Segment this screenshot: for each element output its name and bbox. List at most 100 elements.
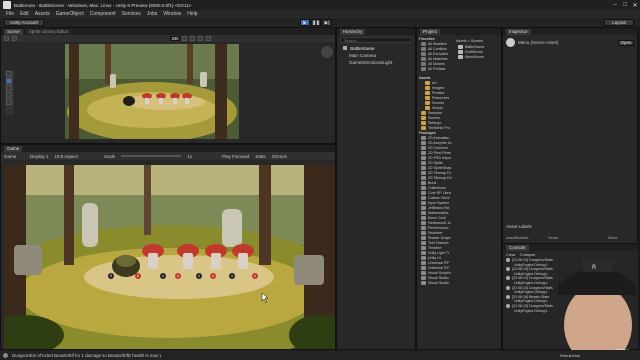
scale-tool-icon[interactable] — [6, 92, 12, 98]
package-folder-label: Test Framew — [428, 241, 449, 245]
view-tool-icon[interactable] — [6, 71, 12, 77]
folder-icon — [421, 166, 426, 171]
window-title: BattleAuto - BattleScene - Windows, Mac,… — [14, 2, 192, 8]
package-folder-label: Unity Light Tr — [428, 251, 450, 255]
menu-file[interactable]: File — [6, 11, 14, 17]
scene-art — [65, 44, 239, 139]
pause-button[interactable]: ❚❚ — [311, 19, 321, 26]
package-folder-label: Performance — [428, 226, 449, 230]
console-collapse-button[interactable]: Collapse — [520, 252, 536, 257]
project-tree: Favorites All Modified All Conflicts All E… — [417, 37, 453, 347]
tab-hierarchy[interactable]: Hierarchy — [340, 28, 366, 35]
move-tool-icon[interactable] — [12, 36, 17, 41]
gizmos-button[interactable]: Gizmos — [272, 154, 287, 159]
menu-assets[interactable]: Assets — [35, 11, 50, 17]
package-folder-label: Shader Graph — [428, 236, 451, 240]
package-folder-label: Visual Scriptin — [428, 271, 451, 275]
game-viewport[interactable]: 2 2 1 1 1 1 1 1 — [4, 165, 335, 349]
package-folder-label: Mono Cecil — [428, 216, 446, 220]
rotate-tool-icon[interactable] — [6, 85, 12, 91]
console-tab-bar: Console — [503, 244, 638, 251]
package-folder-label: 2D Tilemap Ed — [428, 176, 452, 180]
audio-icon[interactable] — [190, 36, 195, 41]
scene-gizmo-axes[interactable] — [321, 46, 333, 58]
game-toolbar: Game Display 1 16:9 Aspect Scale 1x Play… — [1, 152, 335, 160]
folder-icon — [421, 261, 426, 266]
layout-dropdown[interactable]: Layout — [604, 19, 634, 26]
step-button[interactable]: ▶| — [322, 19, 332, 26]
folder-icon — [421, 171, 426, 176]
scene-file[interactable]: MenuScene — [454, 55, 502, 60]
effects-icon[interactable] — [198, 36, 203, 41]
package-folder-label: Timeline — [428, 246, 442, 250]
favorite-item[interactable]: All Prefabs — [417, 67, 453, 72]
close-button[interactable]: ✕ — [630, 0, 640, 10]
maximize-button[interactable]: □ — [620, 0, 630, 10]
tab-console[interactable]: Console — [506, 244, 529, 251]
menu-gameobject[interactable]: GameObject — [56, 11, 84, 17]
console-clear-button[interactable]: Clear — [506, 252, 516, 257]
search-icon — [421, 67, 426, 72]
folder-icon — [421, 151, 426, 156]
folder-icon — [421, 201, 426, 206]
2d-label: 2D — [172, 36, 178, 41]
rect-tool-icon[interactable] — [6, 99, 12, 105]
move-tool-button-icon[interactable] — [6, 78, 12, 84]
gizmos-icon[interactable] — [206, 36, 211, 41]
package-folder-label: 2D Animation — [428, 136, 450, 140]
project-breadcrumb[interactable]: Assets > Scenes — [454, 37, 502, 45]
tab-inspector[interactable]: Inspector — [506, 28, 531, 35]
package-folder-label: Unity UI — [428, 256, 441, 260]
menu-window[interactable]: Window — [163, 11, 181, 17]
folder-icon — [421, 221, 426, 226]
tab-project[interactable]: Project — [420, 28, 441, 35]
lighting-icon[interactable] — [182, 36, 187, 41]
scene-tab-bar: Scene Sprite Library Editor — [1, 28, 335, 35]
console-message-text: UnityEngine.Debug:L — [514, 290, 548, 295]
stats-button[interactable]: Stats — [255, 154, 265, 159]
tab-sprite-library-editor[interactable]: Sprite Library Editor — [25, 28, 72, 35]
folder-icon — [421, 136, 426, 141]
play-button[interactable]: ▶ — [300, 19, 310, 26]
package-folder[interactable]: Visual Studio — [417, 281, 453, 286]
scale-slider[interactable] — [121, 155, 182, 157]
aspect-dropdown[interactable]: 16:9 Aspect — [55, 154, 79, 159]
folder-icon — [421, 256, 426, 261]
menu-component[interactable]: Component — [90, 11, 116, 17]
menu-services[interactable]: Services — [122, 11, 141, 17]
2d-toggle-button[interactable]: 2D — [170, 36, 180, 41]
turn-badge: 1 — [160, 273, 166, 279]
status-message[interactable]: DungeonEnt ef'ected Beasts/Elf for 1 dam… — [12, 353, 556, 358]
folder-icon — [421, 146, 426, 151]
asset-labels-header[interactable]: Asset Labels — [506, 224, 532, 229]
tab-scene[interactable]: Scene — [4, 28, 23, 35]
package-folder-label: 2D Pixel Perfe — [428, 151, 451, 155]
minimize-button[interactable]: – — [610, 0, 620, 10]
turn-badge: 2 — [108, 273, 114, 279]
hierarchy-item[interactable]: Main Camera — [337, 52, 415, 59]
scale-value: 1x — [187, 153, 193, 159]
console-message-text: [22:08:10] Dungeon/Stats — [512, 303, 553, 308]
asset-bundle-dropdown[interactable]: None — [548, 235, 558, 240]
unity-scene-icon — [458, 45, 463, 50]
display-dropdown[interactable]: Display 1 — [30, 154, 49, 159]
folder-icon — [421, 141, 426, 146]
asset-bundle-variant-dropdown[interactable]: None — [608, 235, 618, 240]
play-focused-dropdown[interactable]: Play Focused — [222, 154, 249, 159]
hierarchy-item[interactable]: BattleScene — [337, 45, 415, 52]
menu-edit[interactable]: Edit — [20, 11, 29, 17]
assets-list: Art Images Prefabs Resources Scenes Scripts Sa… — [417, 81, 453, 131]
menu-jobs[interactable]: Jobs — [147, 11, 158, 17]
folder-icon — [421, 281, 426, 286]
open-button[interactable]: Open — [618, 39, 634, 46]
packages-list: 2D Animation 2D Aseprite Im 2D Common 2D Pi… — [417, 136, 453, 286]
account-button[interactable]: Unity Account — [4, 19, 44, 26]
menu-help[interactable]: Help — [187, 11, 197, 17]
hand-tool-icon[interactable] — [4, 36, 9, 41]
hierarchy-search[interactable]: Search — [340, 37, 412, 43]
game-mode-dropdown[interactable]: Game — [4, 154, 24, 159]
tab-game[interactable]: Game — [4, 145, 23, 152]
hierarchy-item[interactable]: GameDirectionalLight — [337, 59, 415, 66]
scene-viewport[interactable] — [65, 44, 239, 139]
hierarchy-item-label: GameDirectionalLight — [349, 60, 393, 65]
